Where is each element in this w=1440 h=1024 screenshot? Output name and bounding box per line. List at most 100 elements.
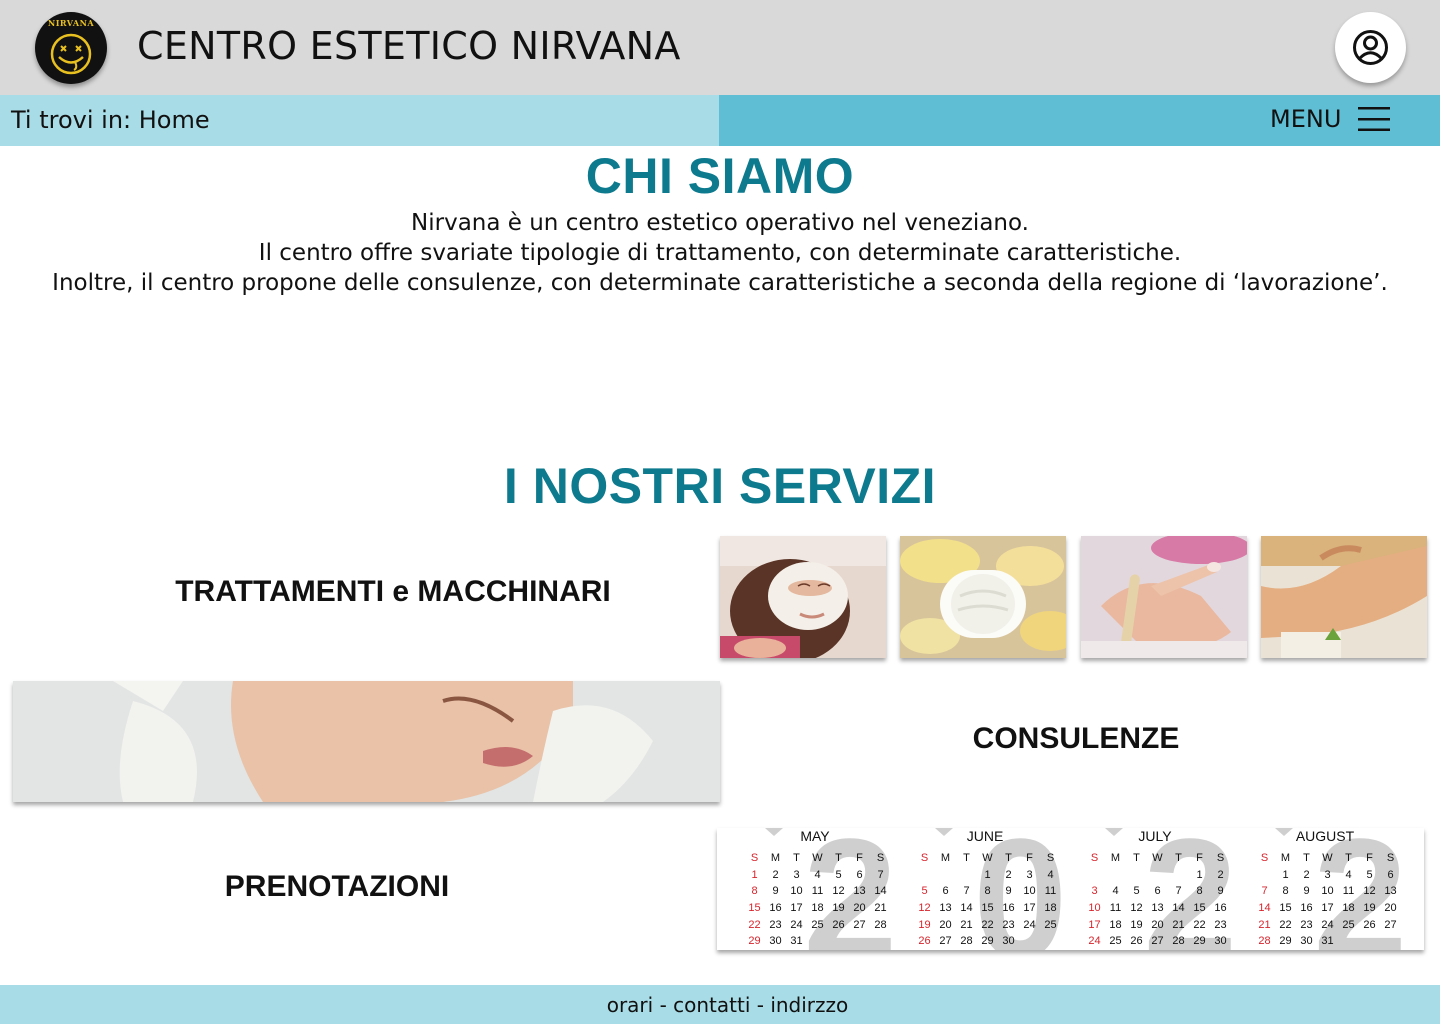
calendar-day[interactable]: 2 bbox=[998, 869, 1019, 886]
calendar-day[interactable]: 19 bbox=[914, 919, 935, 936]
prenotazioni-link[interactable]: PRENOTAZIONI bbox=[0, 870, 674, 904]
calendar-day[interactable]: 14 bbox=[1168, 902, 1189, 919]
calendar-day[interactable]: 27 bbox=[935, 935, 956, 950]
calendar-day[interactable]: 10 bbox=[1019, 885, 1040, 902]
calendar-day[interactable]: 6 bbox=[935, 885, 956, 902]
calendar-day[interactable]: 25 bbox=[1338, 919, 1359, 936]
calendar-day[interactable]: 15 bbox=[1275, 902, 1296, 919]
foot-care-photo[interactable] bbox=[1261, 536, 1427, 658]
calendar-day[interactable]: 9 bbox=[765, 885, 786, 902]
calendar-day[interactable]: 18 bbox=[1040, 902, 1061, 919]
calendar-day[interactable]: 4 bbox=[1338, 869, 1359, 886]
calendar-day[interactable]: 14 bbox=[1254, 902, 1275, 919]
calendar-day[interactable]: 16 bbox=[1210, 902, 1231, 919]
calendar-day[interactable]: 27 bbox=[1380, 919, 1401, 936]
calendar-day[interactable]: 26 bbox=[914, 935, 935, 950]
consultation-banner-photo[interactable] bbox=[13, 681, 720, 802]
calendar-day[interactable]: 1 bbox=[1275, 869, 1296, 886]
calendar-day[interactable]: 5 bbox=[1126, 885, 1147, 902]
calendar-day[interactable]: 5 bbox=[914, 885, 935, 902]
manicure-photo[interactable] bbox=[1081, 536, 1247, 658]
calendar-day[interactable]: 22 bbox=[744, 919, 765, 936]
calendar-day[interactable]: 24 bbox=[786, 919, 807, 936]
calendar-day[interactable]: 22 bbox=[977, 919, 998, 936]
calendar-day[interactable]: 23 bbox=[1210, 919, 1231, 936]
calendar-day[interactable]: 19 bbox=[828, 902, 849, 919]
calendar-day[interactable]: 6 bbox=[1147, 885, 1168, 902]
calendar-day[interactable]: 6 bbox=[1380, 869, 1401, 886]
calendar-day[interactable]: 2 bbox=[765, 869, 786, 886]
calendar-day[interactable]: 30 bbox=[1210, 935, 1231, 950]
calendar-day[interactable]: 20 bbox=[849, 902, 870, 919]
calendar-day[interactable]: 23 bbox=[1296, 919, 1317, 936]
calendar-day[interactable]: 8 bbox=[1275, 885, 1296, 902]
calendar-day[interactable]: 19 bbox=[1359, 902, 1380, 919]
calendar-day[interactable]: 24 bbox=[1019, 919, 1040, 936]
calendar-day[interactable]: 29 bbox=[1275, 935, 1296, 950]
calendar-day[interactable]: 26 bbox=[1359, 919, 1380, 936]
calendar-day[interactable]: 8 bbox=[1189, 885, 1210, 902]
calendar-day[interactable]: 12 bbox=[1359, 885, 1380, 902]
calendar-day[interactable]: 23 bbox=[998, 919, 1019, 936]
calendar-day[interactable]: 24 bbox=[1084, 935, 1105, 950]
calendar-day[interactable]: 18 bbox=[1338, 902, 1359, 919]
calendar-day[interactable]: 9 bbox=[1210, 885, 1231, 902]
calendar-day[interactable]: 23 bbox=[765, 919, 786, 936]
calendar-day[interactable]: 10 bbox=[1084, 902, 1105, 919]
calendar-day[interactable]: 15 bbox=[1189, 902, 1210, 919]
calendar-day[interactable]: 9 bbox=[998, 885, 1019, 902]
calendar-day[interactable]: 30 bbox=[765, 935, 786, 950]
calendar-day[interactable]: 1 bbox=[977, 869, 998, 886]
booking-calendar[interactable]: 2 MAY S M T W T F S 1 2 3 4 5 6 7 8 9 10 11 12 13 14 15 16 17 18… bbox=[717, 828, 1424, 950]
calendar-day[interactable]: 26 bbox=[828, 919, 849, 936]
calendar-day[interactable]: 7 bbox=[1168, 885, 1189, 902]
calendar-day[interactable]: 8 bbox=[977, 885, 998, 902]
calendar-day[interactable]: 20 bbox=[1147, 919, 1168, 936]
calendar-day[interactable]: 2 bbox=[1296, 869, 1317, 886]
calendar-day[interactable]: 30 bbox=[998, 935, 1019, 950]
calendar-day[interactable]: 9 bbox=[1296, 885, 1317, 902]
calendar-day[interactable]: 7 bbox=[956, 885, 977, 902]
calendar-day[interactable]: 25 bbox=[1105, 935, 1126, 950]
calendar-day[interactable]: 3 bbox=[1317, 869, 1338, 886]
calendar-day[interactable]: 17 bbox=[1084, 919, 1105, 936]
user-account-button[interactable] bbox=[1335, 12, 1406, 83]
calendar-day[interactable]: 7 bbox=[1254, 885, 1275, 902]
calendar-day[interactable]: 31 bbox=[1317, 935, 1338, 950]
calendar-day[interactable]: 1 bbox=[1189, 869, 1210, 886]
calendar-day[interactable]: 20 bbox=[935, 919, 956, 936]
trattamenti-link[interactable]: TRATTAMENTI e MACCHINARI bbox=[0, 575, 786, 609]
calendar-day[interactable]: 25 bbox=[1040, 919, 1061, 936]
calendar-day[interactable]: 17 bbox=[1019, 902, 1040, 919]
calendar-day[interactable]: 19 bbox=[1126, 919, 1147, 936]
calendar-day[interactable]: 11 bbox=[1105, 902, 1126, 919]
calendar-day[interactable]: 11 bbox=[1040, 885, 1061, 902]
calendar-day[interactable]: 13 bbox=[1380, 885, 1401, 902]
calendar-day[interactable]: 8 bbox=[744, 885, 765, 902]
calendar-day[interactable]: 16 bbox=[765, 902, 786, 919]
calendar-day[interactable]: 24 bbox=[1317, 919, 1338, 936]
calendar-day[interactable]: 18 bbox=[1105, 919, 1126, 936]
calendar-day[interactable]: 14 bbox=[870, 885, 891, 902]
calendar-day[interactable]: 4 bbox=[807, 869, 828, 886]
calendar-day[interactable]: 13 bbox=[1147, 902, 1168, 919]
calendar-day[interactable]: 10 bbox=[1317, 885, 1338, 902]
menu-label[interactable]: MENU bbox=[1270, 105, 1341, 133]
calendar-day[interactable]: 17 bbox=[786, 902, 807, 919]
calendar-day[interactable]: 27 bbox=[849, 919, 870, 936]
calendar-day[interactable]: 13 bbox=[849, 885, 870, 902]
calendar-day[interactable]: 22 bbox=[1275, 919, 1296, 936]
calendar-day[interactable]: 13 bbox=[935, 902, 956, 919]
facial-mask-photo[interactable] bbox=[720, 536, 886, 658]
calendar-day[interactable]: 28 bbox=[1254, 935, 1275, 950]
calendar-day[interactable]: 6 bbox=[849, 869, 870, 886]
calendar-day[interactable]: 18 bbox=[807, 902, 828, 919]
calendar-day[interactable]: 11 bbox=[1338, 885, 1359, 902]
calendar-day[interactable]: 21 bbox=[1254, 919, 1275, 936]
calendar-day[interactable]: 5 bbox=[1359, 869, 1380, 886]
calendar-day[interactable]: 20 bbox=[1380, 902, 1401, 919]
calendar-day[interactable]: 1 bbox=[744, 869, 765, 886]
calendar-day[interactable]: 15 bbox=[977, 902, 998, 919]
calendar-day[interactable]: 21 bbox=[870, 902, 891, 919]
calendar-day[interactable]: 28 bbox=[956, 935, 977, 950]
